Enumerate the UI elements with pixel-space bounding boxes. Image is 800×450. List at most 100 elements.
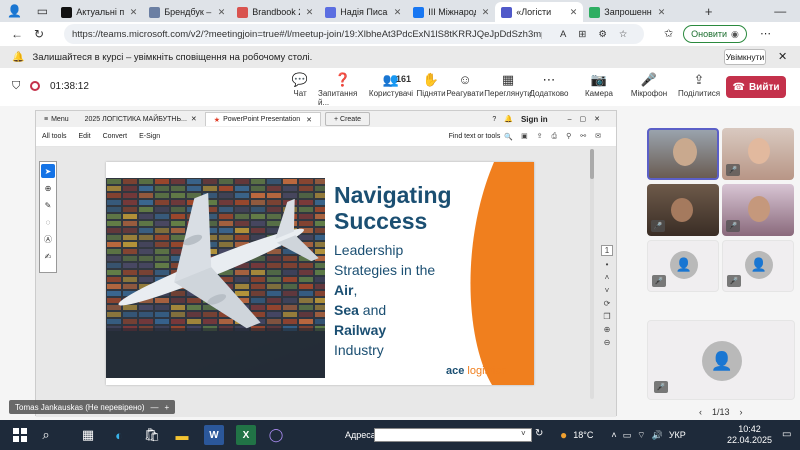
close-icon[interactable]: ✕ (778, 50, 787, 63)
search-icon[interactable]: ⌕ (36, 425, 56, 445)
pdf-menu-item[interactable]: All tools (36, 133, 73, 140)
store-icon[interactable]: 🛍 (142, 425, 162, 445)
tray-chevron-icon[interactable]: ˄ (611, 430, 616, 440)
participant-tile-7[interactable]: 👤 🎤 (647, 320, 795, 400)
cargo-container (123, 256, 137, 261)
meeting-tool-1[interactable]: ❓ Запитання й... (318, 71, 368, 107)
notifications-icon[interactable]: ▭ (782, 429, 791, 440)
viber-icon[interactable]: ◯ (266, 425, 286, 445)
rotate-icon[interactable]: ⟳ (604, 299, 611, 308)
text-select-icon[interactable]: Ⓐ (41, 232, 55, 246)
pdf-create-tab[interactable]: + Create (324, 112, 371, 126)
participant-tile-3[interactable]: 🎤 (647, 184, 719, 236)
cargo-container (107, 200, 121, 205)
cargo-container (155, 312, 169, 317)
profile-icon[interactable]: 👤 (0, 4, 30, 18)
chip-minus-icon[interactable]: — (151, 403, 159, 412)
browser-tab[interactable]: Brandbook 20 ✕ (231, 2, 319, 22)
tab-close-icon[interactable]: ✕ (218, 7, 226, 18)
lasso-icon[interactable]: ◌ (41, 215, 55, 229)
pdf-menu-item[interactable]: Edit (73, 133, 97, 140)
zoom-out-icon[interactable]: ⊖ (604, 338, 611, 347)
tab-close-icon[interactable]: ✕ (306, 7, 314, 18)
page-up-icon[interactable]: ˄ (605, 273, 610, 282)
update-browser-button[interactable]: Оновити ◉ (683, 25, 747, 43)
browser-tab[interactable]: «Логісти ✕ (495, 2, 584, 22)
browser-tab[interactable]: Брендбук – Бр ✕ (143, 2, 231, 22)
window-minimize-button[interactable]: — (761, 4, 800, 18)
extensions-icon[interactable]: ⊞ (578, 29, 586, 40)
prev-page-icon[interactable]: ‹ (699, 407, 702, 417)
pdf-menu-item[interactable]: Convert (97, 133, 134, 140)
participant-tile-4[interactable]: 🎤 (722, 184, 794, 236)
language-indicator[interactable]: УКР (669, 430, 686, 440)
meeting-tool-9[interactable]: ⇪ Поділитися (674, 71, 724, 98)
next-page-icon[interactable]: › (740, 407, 743, 417)
browser-tab[interactable]: Надія Писаре ✕ (319, 2, 407, 22)
find-tools-input[interactable]: Find text or tools 🔍 (449, 133, 513, 141)
cargo-container (171, 298, 185, 303)
enable-notifications-button[interactable]: Увімкнути (724, 49, 766, 65)
help-icon[interactable]: ? (492, 116, 496, 123)
word-icon[interactable]: W (204, 425, 224, 445)
cargo-container (251, 200, 265, 205)
volume-icon[interactable]: 🔊 (652, 430, 663, 441)
file-explorer-icon[interactable]: ▬ (172, 425, 192, 445)
cargo-container (107, 284, 121, 289)
participant-tile-6[interactable]: 👤 🎤 (722, 240, 794, 292)
pdf-doc-tab-active[interactable]: ★ PowerPoint Presentation ✕ (204, 112, 321, 126)
select-cursor-icon[interactable]: ➤ (41, 164, 55, 178)
participant-tile-5[interactable]: 👤 🎤 (647, 240, 719, 292)
pdf-menu-tab[interactable]: ≡ Menu (36, 112, 77, 126)
pdf-scrollbar[interactable] (588, 149, 596, 409)
widgets-icon[interactable]: ▦ (78, 425, 98, 445)
edge-browser-icon[interactable]: ◐ (109, 425, 129, 445)
tab-actions-icon[interactable]: ▭ (30, 4, 56, 18)
collections-icon[interactable]: ✩ (664, 27, 673, 40)
page-down-icon[interactable]: ˅ (605, 286, 610, 295)
url-bar[interactable]: https://teams.microsoft.com/v2/?meetingj… (64, 24, 644, 44)
windows-start-icon[interactable] (10, 425, 30, 445)
address-toolbar-input[interactable] (374, 428, 532, 442)
favorite-star-icon[interactable]: ☆ (619, 29, 628, 40)
participant-tile-1[interactable] (647, 128, 719, 180)
address-go-icon[interactable]: ↻ (535, 428, 543, 439)
back-icon[interactable]: ← (6, 27, 28, 41)
pin-icon[interactable]: • (606, 260, 609, 269)
meeting-tool-8[interactable]: 🎤 Мікрофон (624, 71, 674, 98)
meeting-tool-7[interactable]: 📷 Камера (574, 71, 624, 98)
stamp-icon[interactable]: ✍ (41, 249, 55, 263)
tray-app-icon[interactable]: ▭ (623, 430, 632, 441)
refresh-icon[interactable]: ↻ (28, 27, 50, 41)
browser-tab[interactable]: Запрошення ✕ (583, 2, 671, 22)
tab-close-icon[interactable]: ✕ (482, 7, 490, 18)
tab-close-icon[interactable]: ✕ (130, 7, 138, 18)
bell-icon[interactable]: 🔔 (504, 115, 513, 123)
address-dropdown-icon[interactable]: ˅ (521, 429, 526, 438)
browser-tab[interactable]: ІІІ Міжнарод ✕ (407, 2, 495, 22)
more-menu-icon[interactable]: ⋯ (760, 27, 771, 40)
browser-tab[interactable]: Актуальні пит ✕ (55, 2, 143, 22)
network-icon[interactable]: ⌔ (637, 430, 645, 441)
meeting-tool-6[interactable]: ⋯ Додатково (524, 71, 574, 98)
page-copy-icon[interactable]: ❐ (603, 312, 610, 321)
participant-tile-2[interactable]: 🎤 (722, 128, 794, 180)
pdf-doc-tab[interactable]: 2025 ЛОГІСТИКА МАЙБУТНЬ... ✕ (77, 112, 205, 126)
system-clock[interactable]: 10:42 22.04.2025 (727, 424, 772, 446)
new-tab-button[interactable]: + (697, 4, 721, 19)
tab-close-icon[interactable]: ✕ (658, 7, 666, 18)
excel-icon[interactable]: X (236, 425, 256, 445)
reader-icon[interactable]: A (560, 29, 566, 40)
pen-icon[interactable]: ✎ (41, 198, 55, 212)
window-controls[interactable]: –▢✕ (568, 115, 608, 123)
zoom-in-icon[interactable]: ⊕ (604, 325, 611, 334)
tab-close-icon[interactable]: ✕ (570, 7, 578, 18)
pdf-menu-item[interactable]: E-Sign (133, 133, 166, 140)
tab-close-icon[interactable]: ✕ (394, 7, 402, 18)
leave-meeting-button[interactable]: ☎ Вийти (726, 76, 786, 98)
signin-button[interactable]: Sign in (521, 115, 548, 124)
settings-icon[interactable]: ⚙ (598, 29, 607, 40)
chip-plus-icon[interactable]: + (165, 403, 170, 412)
zoom-icon[interactable]: ⊕ (41, 181, 55, 195)
pdf-action-icons[interactable]: ▣⇪⎙⚲⚯✉ (521, 132, 610, 141)
